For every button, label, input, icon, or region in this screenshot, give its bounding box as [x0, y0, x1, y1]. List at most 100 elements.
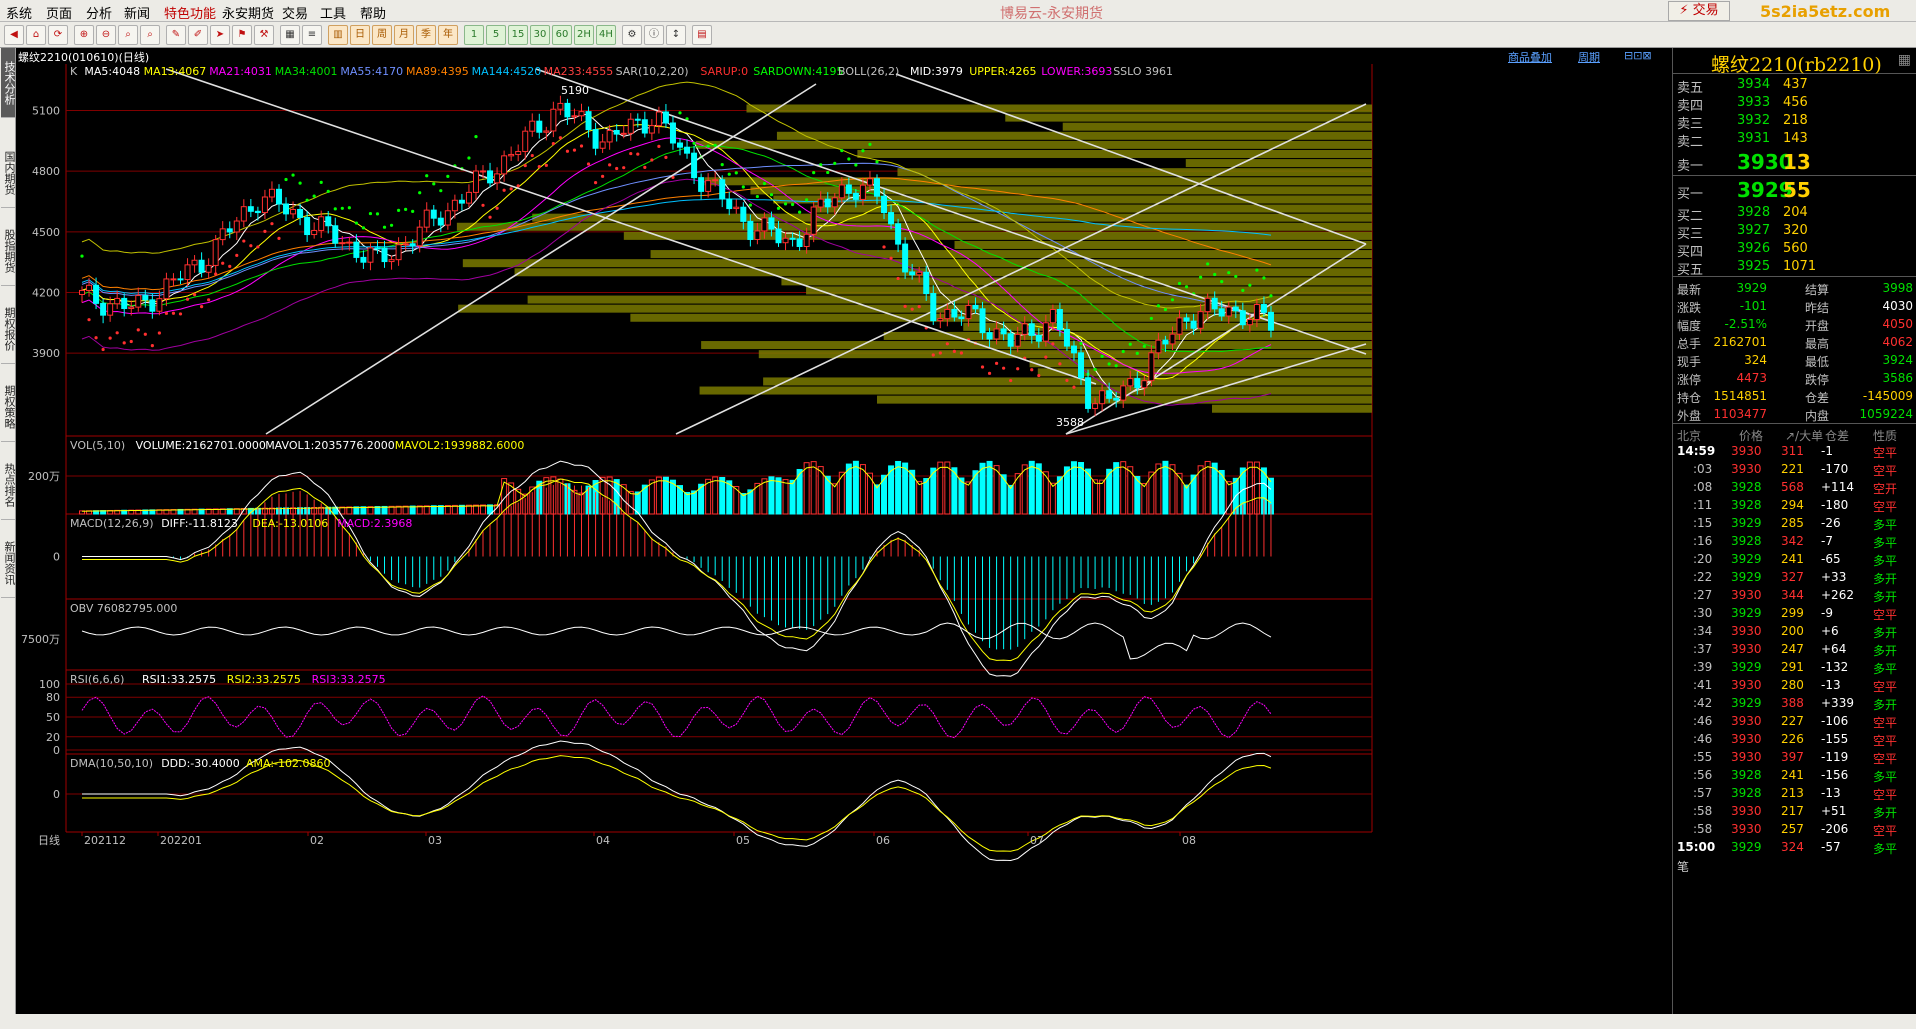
tick-row[interactable]: :56 3928 241 -156 多平: [1673, 766, 1916, 784]
tick-row[interactable]: :15 3929 285 -26 多平: [1673, 514, 1916, 532]
info-icon[interactable]: ⓘ: [644, 25, 664, 45]
tick-row[interactable]: :58 3930 217 +51 多开: [1673, 802, 1916, 820]
tick-row[interactable]: :39 3929 291 -132 多平: [1673, 658, 1916, 676]
candle-body: [275, 188, 282, 205]
tab-news[interactable]: 新闻资讯: [1, 528, 16, 598]
ask-row-4[interactable]: 卖四 3933 456: [1673, 93, 1916, 114]
stat-value: 4050: [1882, 317, 1913, 331]
tick-row[interactable]: :16 3928 342 -7 多平: [1673, 532, 1916, 550]
menu-trade[interactable]: 交易: [282, 3, 308, 22]
tab-option-strategy[interactable]: 期权策略: [1, 372, 16, 442]
bid-row-4[interactable]: 买四 3926 560: [1673, 239, 1916, 260]
period-link[interactable]: 周期: [1578, 49, 1600, 65]
tick-row[interactable]: :57 3928 213 -13 空平: [1673, 784, 1916, 802]
bid-row-3[interactable]: 买三 3927 320: [1673, 221, 1916, 242]
trade-button[interactable]: ⚡ 交易: [1668, 1, 1730, 21]
week-period-icon[interactable]: 周: [372, 25, 392, 45]
cursor-icon[interactable]: ➤: [210, 25, 230, 45]
tick-row[interactable]: :27 3930 344 +262 多开: [1673, 586, 1916, 604]
tick-row[interactable]: :08 3928 568 +114 空开: [1673, 478, 1916, 496]
tick-price: 3930: [1731, 678, 1762, 692]
pin-icon[interactable]: ⚑: [232, 25, 252, 45]
period-1-button[interactable]: 1: [464, 25, 484, 45]
home-icon[interactable]: ⌂: [26, 25, 46, 45]
tab-technical-analysis[interactable]: 技术分析: [1, 48, 16, 118]
ask-row-2[interactable]: 卖二 3931 143: [1673, 129, 1916, 150]
refresh-icon[interactable]: ⟳: [48, 25, 68, 45]
menu-yongan[interactable]: 永安期货: [222, 3, 274, 22]
tick-row[interactable]: :22 3929 327 +33 多开: [1673, 568, 1916, 586]
chart-area[interactable]: 5100 4800 4500 4200 3900 5190 3588 K MA5:4048 MA1…: [16, 64, 1672, 1014]
grid-icon[interactable]: ▦: [1898, 52, 1911, 68]
macd-legend-item: MACD(12,26,9): [70, 517, 154, 530]
menu-features[interactable]: 特色功能: [164, 3, 216, 22]
volume-bar: [740, 493, 747, 515]
candle-body: [669, 122, 676, 144]
month-period-icon[interactable]: 月: [394, 25, 414, 45]
period-2h-button[interactable]: 2H: [574, 25, 594, 45]
tick-row[interactable]: 14:59 3930 311 -1 空平: [1673, 442, 1916, 460]
period-30-button[interactable]: 30: [530, 25, 550, 45]
menu-news[interactable]: 新闻: [124, 3, 150, 22]
menu-help[interactable]: 帮助: [360, 3, 386, 22]
bid-row-5[interactable]: 买五 3925 1071: [1673, 257, 1916, 278]
zoom-in-icon[interactable]: ⊕: [74, 25, 94, 45]
season-period-icon[interactable]: 季: [416, 25, 436, 45]
stat-value: 1059224: [1859, 407, 1913, 421]
menu-analysis[interactable]: 分析: [86, 3, 112, 22]
tick-row[interactable]: :34 3930 200 +6 多开: [1673, 622, 1916, 640]
arrow-icon[interactable]: ↕: [666, 25, 686, 45]
zoom-out-icon[interactable]: ⊖: [96, 25, 116, 45]
tab-option-quotes[interactable]: 期权报价: [1, 294, 16, 364]
bid-row-2[interactable]: 买二 3928 204: [1673, 203, 1916, 224]
year-period-icon[interactable]: 年: [438, 25, 458, 45]
tick-row[interactable]: :30 3929 299 -9 空平: [1673, 604, 1916, 622]
sar-dot: [783, 202, 788, 206]
sar-dot: [622, 166, 626, 170]
search-icon[interactable]: ⌕: [118, 25, 138, 45]
bid-row-1[interactable]: 买一 3929 55: [1673, 175, 1916, 203]
menu-page[interactable]: 页面: [46, 3, 72, 22]
magnifier-icon[interactable]: ⌕: [140, 25, 160, 45]
period-5-button[interactable]: 5: [486, 25, 506, 45]
tick-row[interactable]: :20 3929 241 -65 多平: [1673, 550, 1916, 568]
tick-row[interactable]: :37 3930 247 +64 多开: [1673, 640, 1916, 658]
period-60-button[interactable]: 60: [552, 25, 572, 45]
back-icon[interactable]: ◀: [4, 25, 24, 45]
volume-bar: [937, 461, 944, 515]
list-icon[interactable]: ≡: [302, 25, 322, 45]
sar-dot: [805, 198, 809, 202]
tick-volume: 397: [1781, 750, 1804, 764]
menu-tools[interactable]: 工具: [320, 3, 346, 22]
tab-domestic-futures[interactable]: 国内期货: [1, 138, 16, 208]
period-4h-button[interactable]: 4H: [596, 25, 616, 45]
tick-row[interactable]: 15:00 3929 324 -57 多平: [1673, 838, 1916, 856]
ask-row-5[interactable]: 卖五 3934 437: [1673, 75, 1916, 96]
tool-icon[interactable]: ⚒: [254, 25, 274, 45]
tick-row[interactable]: :55 3930 397 -119 空平: [1673, 748, 1916, 766]
tick-row[interactable]: :03 3930 221 -170 空平: [1673, 460, 1916, 478]
table-icon[interactable]: ▦: [280, 25, 300, 45]
tick-row[interactable]: :11 3928 294 -180 空平: [1673, 496, 1916, 514]
eraser-icon[interactable]: ✐: [188, 25, 208, 45]
ask-row-1[interactable]: 卖一 3930 13: [1673, 147, 1916, 175]
window-control-icons[interactable]: ⊟⊡⊠: [1624, 49, 1652, 62]
high-price-label: 5190: [561, 84, 589, 97]
overlay-link[interactable]: 商品叠加: [1508, 49, 1552, 65]
candle-body: [838, 184, 845, 199]
tick-row[interactable]: :58 3930 257 -206 空平: [1673, 820, 1916, 838]
tick-row[interactable]: :46 3930 227 -106 空平: [1673, 712, 1916, 730]
settings-icon[interactable]: ⚙: [622, 25, 642, 45]
period-15-button[interactable]: 15: [508, 25, 528, 45]
tab-hot-ranking[interactable]: 热点排名: [1, 450, 16, 520]
calendar-icon[interactable]: ▤: [692, 25, 712, 45]
day-period-icon[interactable]: 日: [350, 25, 370, 45]
ask-row-3[interactable]: 卖三 3932 218: [1673, 111, 1916, 132]
tick-row[interactable]: :42 3929 388 +339 多开: [1673, 694, 1916, 712]
menu-system[interactable]: 系统: [6, 3, 32, 22]
tick-row[interactable]: :46 3930 226 -155 空平: [1673, 730, 1916, 748]
tick-row[interactable]: :41 3930 280 -13 空平: [1673, 676, 1916, 694]
minute-chart-icon[interactable]: ▥: [328, 25, 348, 45]
draw-pen-icon[interactable]: ✎: [166, 25, 186, 45]
tab-index-futures[interactable]: 股指期货: [1, 216, 16, 286]
